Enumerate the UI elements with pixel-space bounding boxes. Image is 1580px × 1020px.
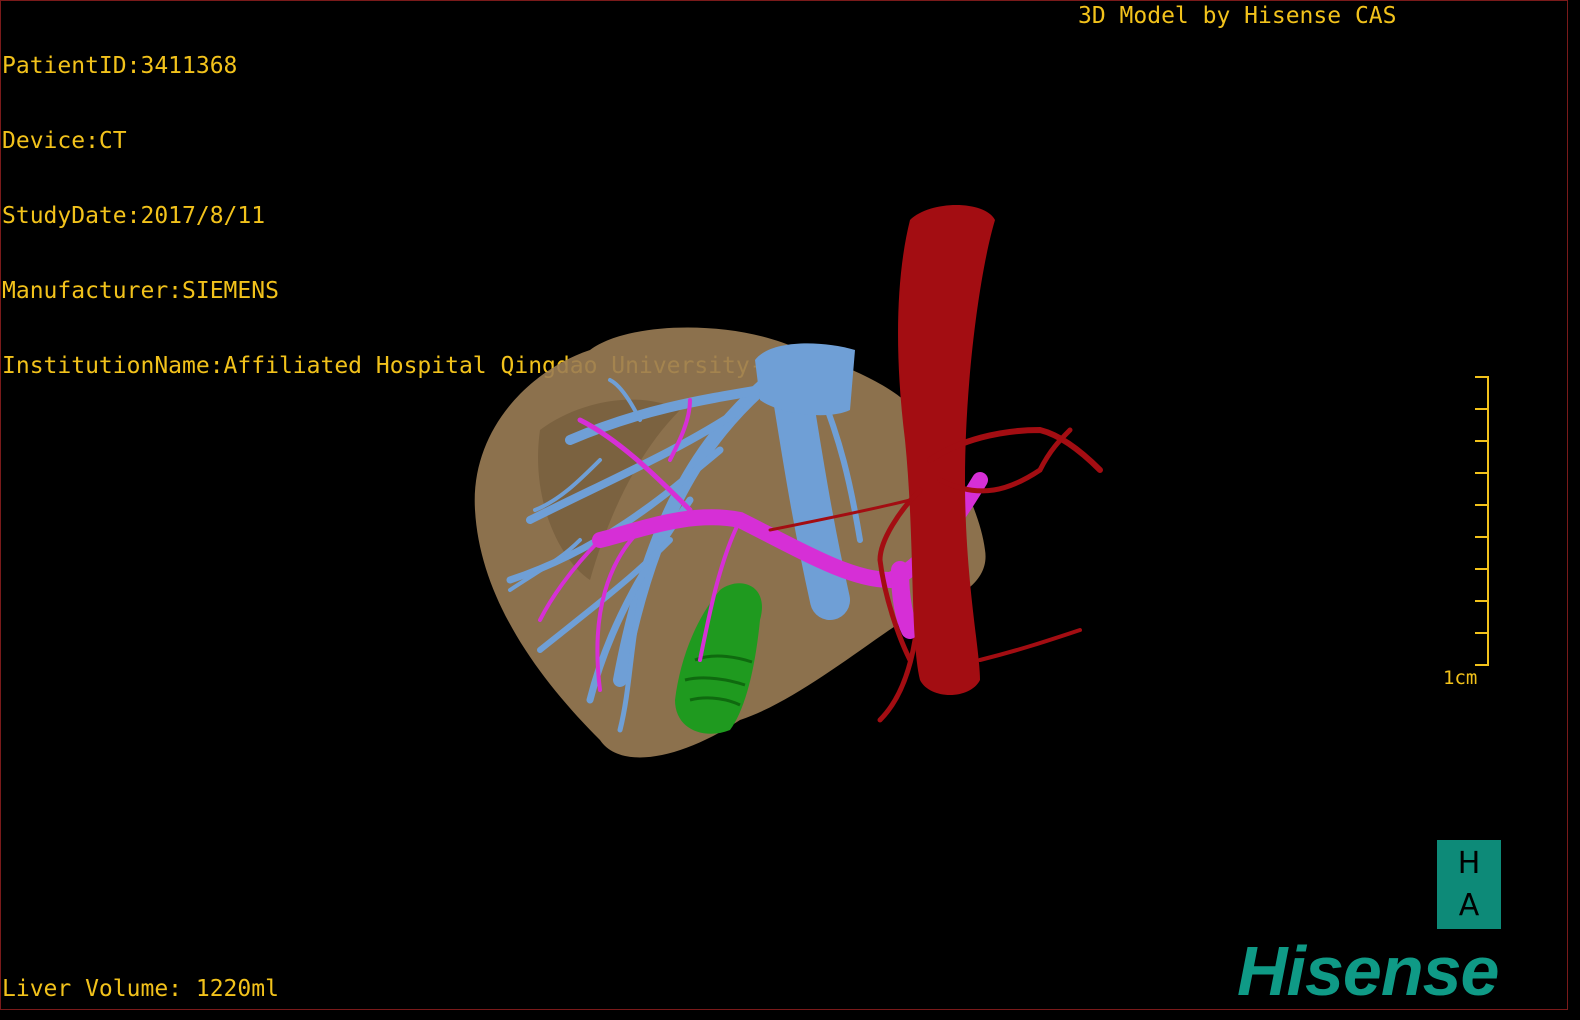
ha-logo-icon: H A	[1437, 840, 1501, 929]
3d-model-viewport[interactable]	[440, 180, 1140, 780]
ha-logo-a: A	[1458, 888, 1480, 923]
scale-label: 1cm	[1443, 667, 1478, 689]
device: Device:CT	[2, 128, 127, 154]
ha-logo-h: H	[1457, 846, 1481, 881]
patient-id: PatientID:3411368	[2, 53, 238, 79]
scale-bar-icon	[1475, 376, 1489, 666]
hisense-logo-icon: Hisense	[1237, 932, 1499, 1010]
liver-volume: Liver Volume: 1220ml	[2, 976, 279, 1002]
ivc-top	[755, 343, 855, 416]
model-credit: 3D Model by Hisense CAS	[1078, 3, 1397, 29]
